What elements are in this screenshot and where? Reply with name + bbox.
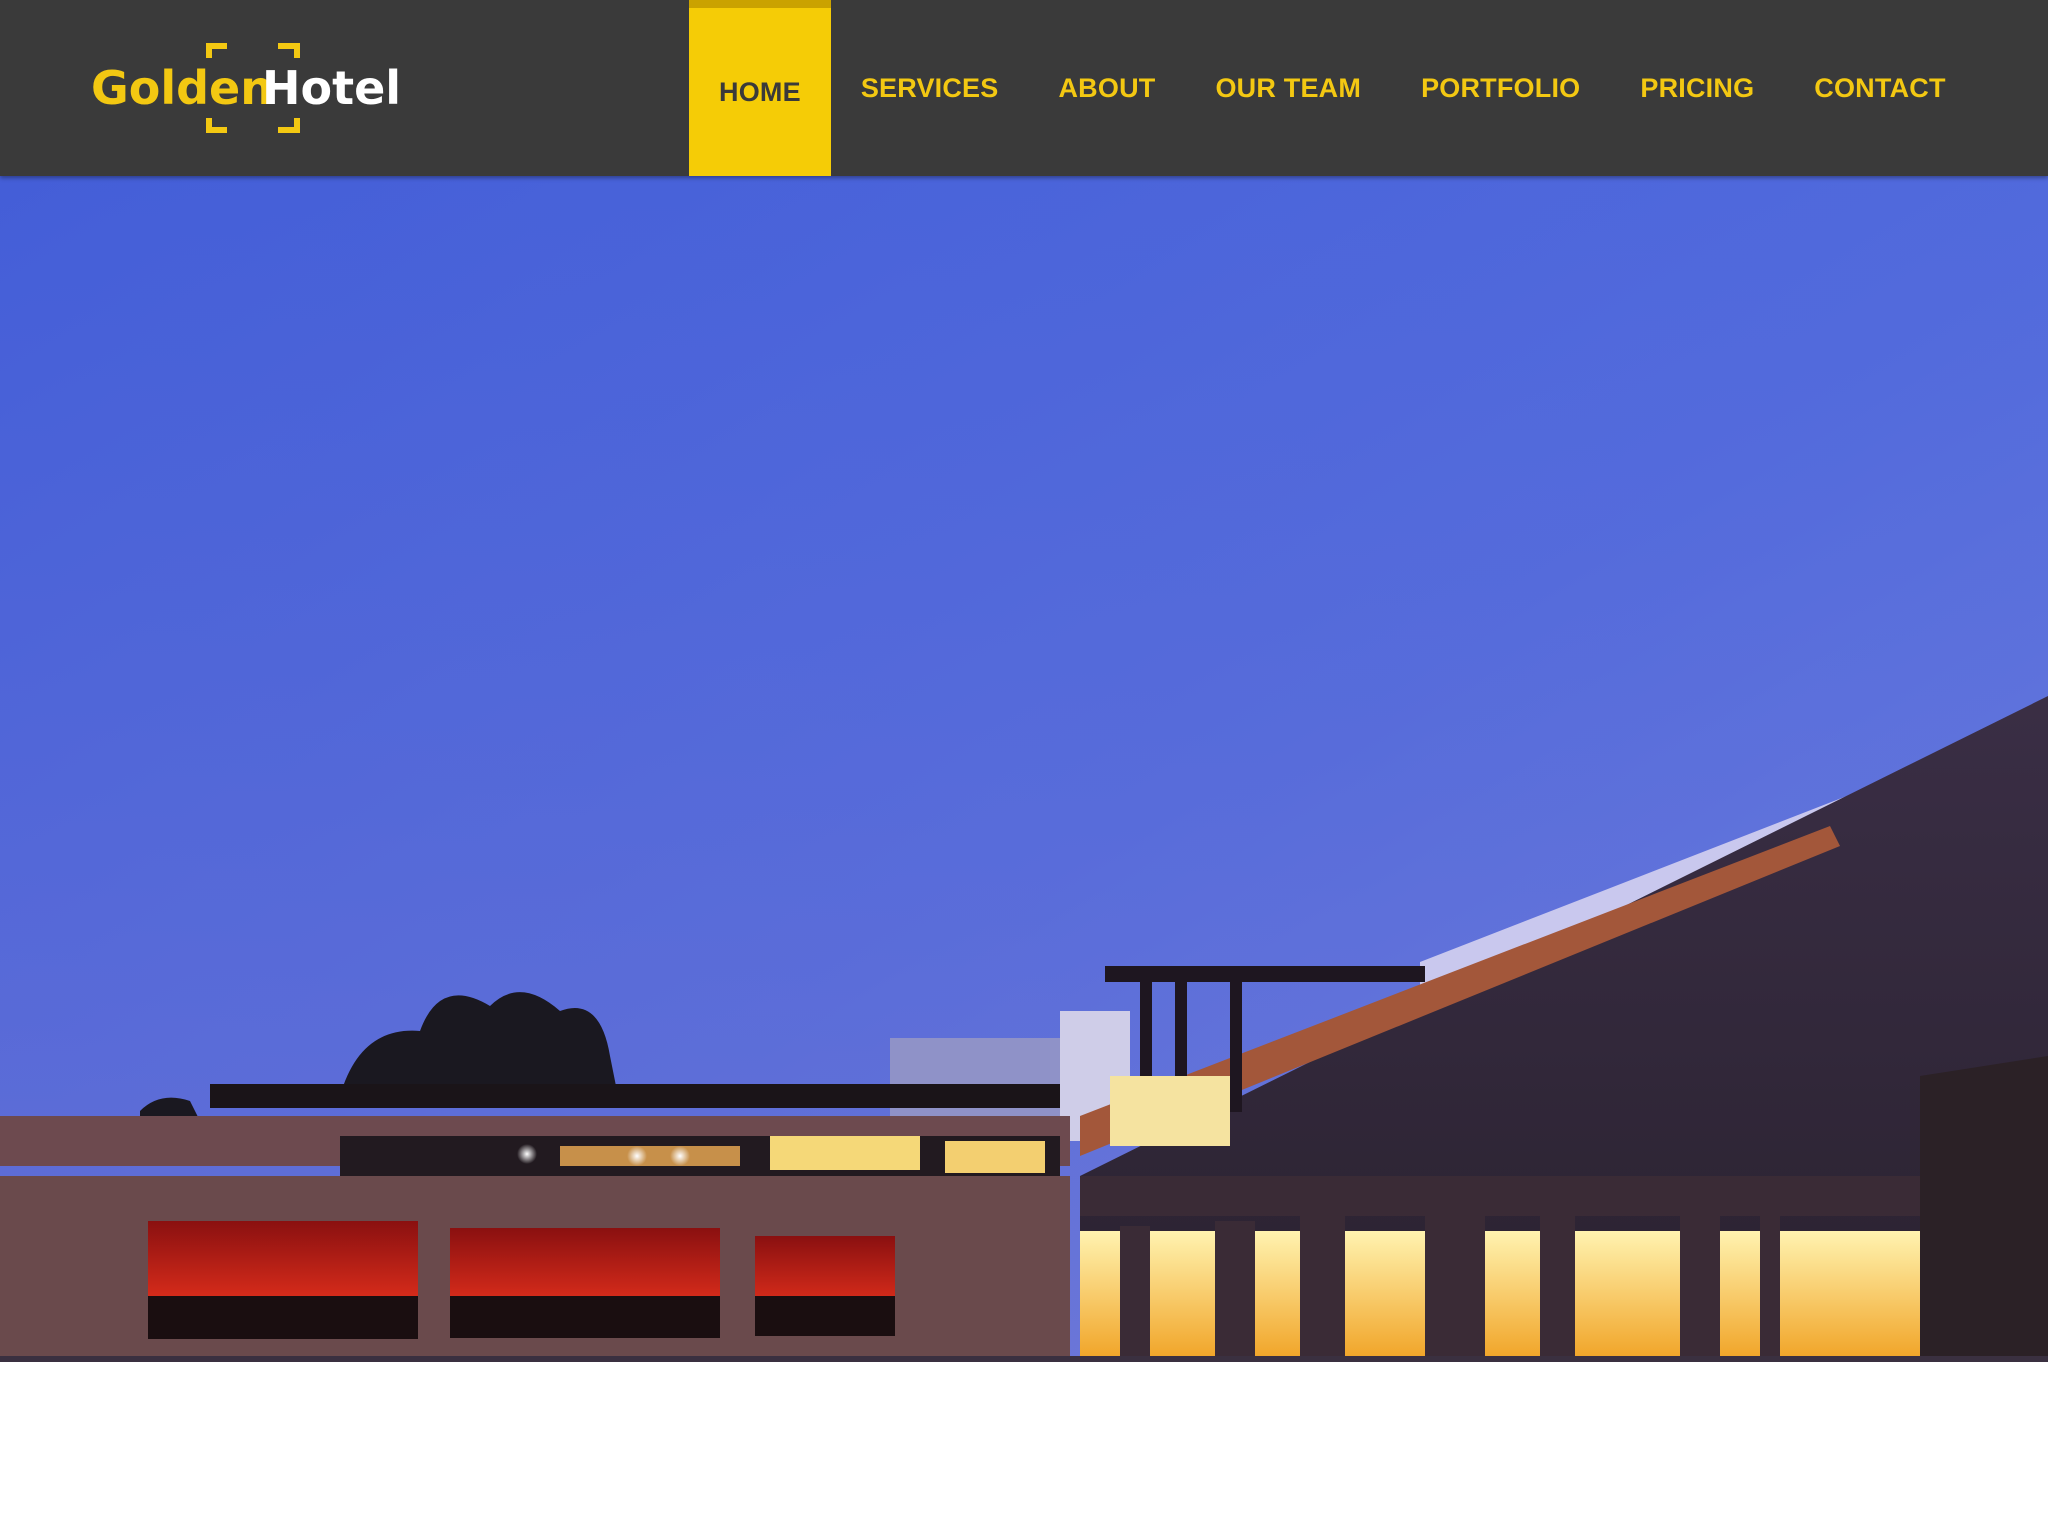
hero-image bbox=[0, 176, 2048, 1362]
logo[interactable]: Golden Hotel bbox=[88, 40, 402, 136]
nav-item-contact[interactable]: CONTACT bbox=[1784, 0, 1975, 176]
nav-item-portfolio[interactable]: PORTFOLIO bbox=[1391, 0, 1610, 176]
main-nav: HOME SERVICES ABOUT OUR TEAM PORTFOLIO P… bbox=[689, 0, 1976, 176]
top-navbar: Golden Hotel HOME SERVICES ABOUT OUR TEA… bbox=[0, 0, 2048, 176]
nav-item-our-team[interactable]: OUR TEAM bbox=[1185, 0, 1391, 176]
logo-text-hotel: Hotel bbox=[262, 61, 402, 115]
nav-item-home[interactable]: HOME bbox=[689, 0, 831, 176]
nav-item-pricing[interactable]: PRICING bbox=[1610, 0, 1784, 176]
nav-item-services[interactable]: SERVICES bbox=[831, 0, 1029, 176]
page-body bbox=[0, 1362, 2048, 1536]
nav-item-about[interactable]: ABOUT bbox=[1028, 0, 1185, 176]
logo-text-golden: Golden bbox=[91, 61, 274, 115]
hotel-exterior-image bbox=[0, 176, 2048, 1362]
